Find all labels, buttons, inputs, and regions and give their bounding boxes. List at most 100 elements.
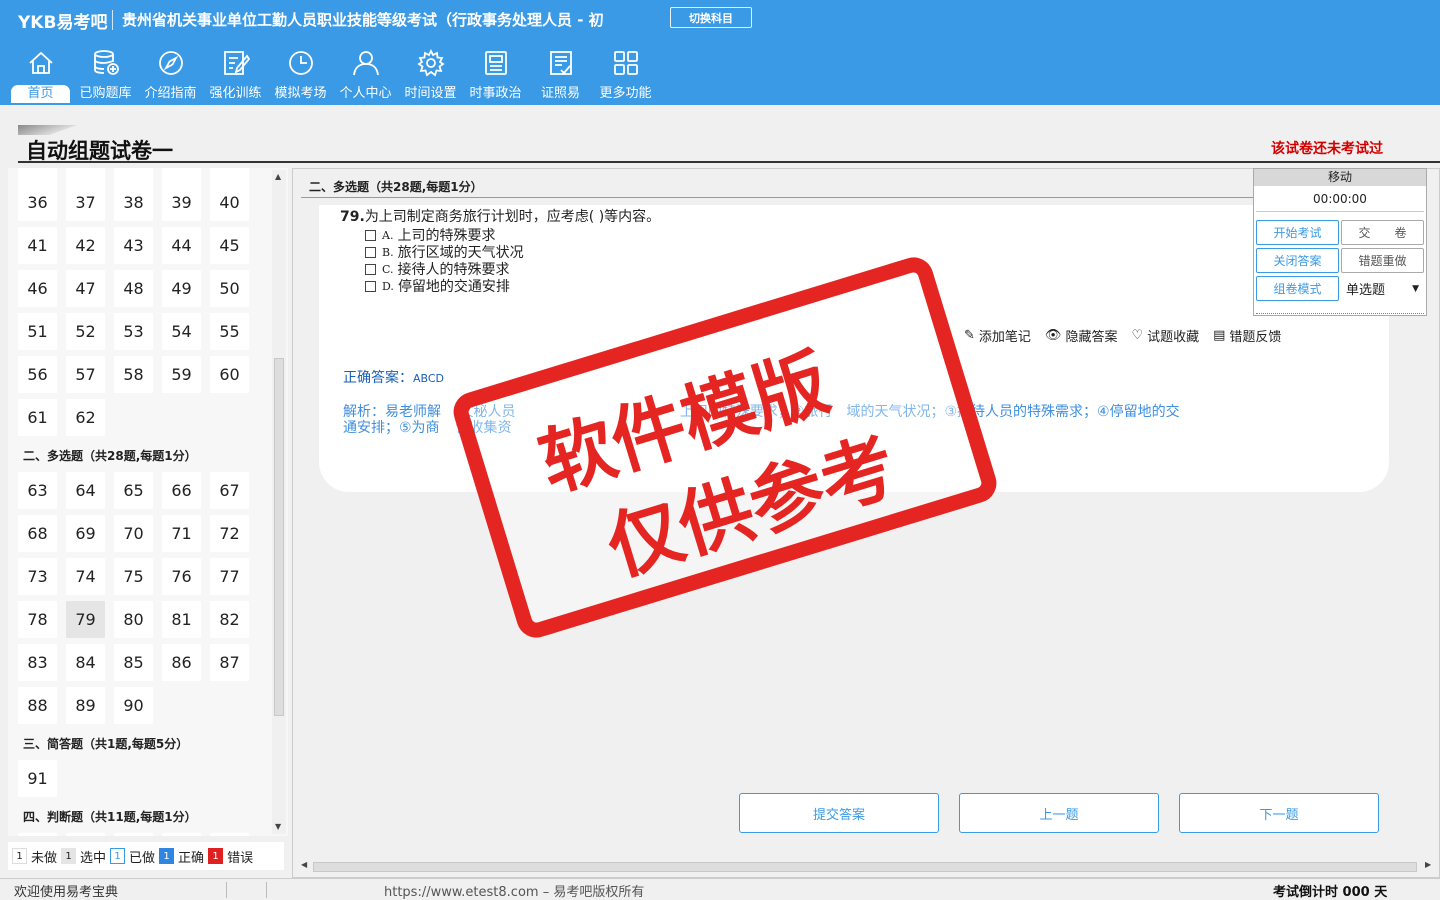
compose-mode-button[interactable]: 组卷模式 (1256, 276, 1339, 301)
question-cell-91[interactable]: 91 (18, 760, 57, 797)
question-cell-51[interactable]: 51 (18, 313, 57, 350)
nav-training[interactable]: 强化训练 (203, 44, 268, 104)
option-a-checkbox[interactable] (365, 229, 376, 241)
question-cell-73[interactable]: 73 (18, 558, 57, 595)
switch-subject-button[interactable]: 切换科目 (670, 7, 752, 28)
question-cell-92[interactable] (18, 833, 57, 836)
submit-answer-button[interactable]: 提交答案 (739, 793, 939, 833)
question-cell-90[interactable]: 90 (114, 687, 153, 724)
question-cell-42[interactable]: 42 (66, 227, 105, 264)
option-d-checkbox[interactable] (365, 280, 376, 292)
nav-time-settings[interactable]: 时间设置 (398, 44, 463, 104)
question-cell-94[interactable] (114, 833, 153, 836)
question-cell-40[interactable]: 40 (210, 184, 249, 221)
favorite-button[interactable]: ♡ 试题收藏 (1131, 326, 1199, 345)
nav-mock-exam[interactable]: 模拟考场 (268, 44, 333, 104)
question-cell-81[interactable]: 81 (162, 601, 201, 638)
nav-more[interactable]: 更多功能 (593, 44, 658, 104)
next-question-button[interactable]: 下一题 (1179, 793, 1379, 833)
question-cell-64[interactable]: 64 (66, 472, 105, 509)
question-cell-78[interactable]: 78 (18, 601, 57, 638)
question-cell-74[interactable]: 74 (66, 558, 105, 595)
question-cell-71[interactable]: 71 (162, 515, 201, 552)
question-cell-79[interactable]: 79 (66, 601, 105, 638)
scroll-right-icon[interactable]: ▶ (1425, 860, 1431, 869)
question-cell-45[interactable]: 45 (210, 227, 249, 264)
question-cell-68[interactable]: 68 (18, 515, 57, 552)
question-cell-72[interactable]: 72 (210, 515, 249, 552)
question-cell-83[interactable]: 83 (18, 644, 57, 681)
add-note-button[interactable]: ✎ 添加笔记 (964, 326, 1031, 345)
question-cell-46[interactable]: 46 (18, 270, 57, 307)
redo-wrong-button[interactable]: 错题重做 (1341, 248, 1424, 273)
question-cell-43[interactable]: 43 (114, 227, 153, 264)
question-cell-41[interactable]: 41 (18, 227, 57, 264)
scroll-up-icon[interactable]: ▲ (275, 172, 281, 181)
question-cell-61[interactable]: 61 (18, 399, 57, 436)
scroll-left-icon[interactable]: ◀ (301, 860, 307, 869)
question-cell-59[interactable]: 59 (162, 356, 201, 393)
nav-purchased-bank[interactable]: 已购题库 (73, 44, 138, 104)
nav-personal[interactable]: 个人中心 (333, 44, 398, 104)
question-cell-39[interactable]: 39 (162, 184, 201, 221)
question-cell-76[interactable]: 76 (162, 558, 201, 595)
close-answer-button[interactable]: 关闭答案 (1256, 248, 1339, 273)
option-d[interactable]: D. 停留地的交通安排 (365, 276, 510, 296)
question-cell-75[interactable]: 75 (114, 558, 153, 595)
question-cell-52[interactable]: 52 (66, 313, 105, 350)
gear-icon (416, 48, 445, 77)
feedback-button[interactable]: ▤ 错题反馈 (1213, 326, 1281, 345)
question-cell-67[interactable]: 67 (210, 472, 249, 509)
navigator-scrollbar[interactable]: ▲ ▼ (272, 170, 286, 834)
question-cell-47[interactable]: 47 (66, 270, 105, 307)
question-cell-80[interactable]: 80 (114, 601, 153, 638)
scroll-thumb[interactable] (274, 358, 284, 716)
scroll-down-icon[interactable]: ▼ (275, 822, 281, 831)
question-cell-62[interactable]: 62 (66, 399, 105, 436)
start-exam-button[interactable]: 开始考试 (1256, 220, 1339, 245)
option-c-checkbox[interactable] (365, 263, 376, 275)
question-cell-50[interactable]: 50 (210, 270, 249, 307)
question-type-select[interactable]: 单选题 ▼ (1341, 276, 1424, 301)
question-cell-87[interactable]: 87 (210, 644, 249, 681)
question-cell-63[interactable]: 63 (18, 472, 57, 509)
nav-home[interactable]: 首页 (8, 44, 73, 104)
question-cell-53[interactable]: 53 (114, 313, 153, 350)
question-cell-85[interactable]: 85 (114, 644, 153, 681)
question-cell-49[interactable]: 49 (162, 270, 201, 307)
question-cell-56[interactable]: 56 (18, 356, 57, 393)
question-cell-88[interactable]: 88 (18, 687, 57, 724)
question-cell-96[interactable] (210, 833, 249, 836)
move-handle[interactable]: 移动 (1254, 169, 1426, 186)
horizontal-scrollbar[interactable]: ◀ ▶ (299, 859, 1435, 875)
question-cell-77[interactable]: 77 (210, 558, 249, 595)
question-cell-89[interactable]: 89 (66, 687, 105, 724)
question-cell-60[interactable]: 60 (210, 356, 249, 393)
nav-current-affairs[interactable]: 时事政治 (463, 44, 528, 104)
question-cell-57[interactable]: 57 (66, 356, 105, 393)
question-cell-69[interactable]: 69 (66, 515, 105, 552)
question-cell-55[interactable]: 55 (210, 313, 249, 350)
horizontal-scroll-thumb[interactable] (313, 862, 1417, 872)
question-cell-58[interactable]: 58 (114, 356, 153, 393)
nav-certificates[interactable]: 证照易 (528, 44, 593, 104)
question-cell-84[interactable]: 84 (66, 644, 105, 681)
question-cell-48[interactable]: 48 (114, 270, 153, 307)
question-cell-93[interactable] (66, 833, 105, 836)
question-cell-65[interactable]: 65 (114, 472, 153, 509)
nav-guide[interactable]: 介绍指南 (138, 44, 203, 104)
hand-in-button[interactable]: 交 卷 (1341, 220, 1424, 245)
question-cell-95[interactable] (162, 833, 201, 836)
question-cell-66[interactable]: 66 (162, 472, 201, 509)
question-cell-36[interactable]: 36 (18, 184, 57, 221)
question-cell-44[interactable]: 44 (162, 227, 201, 264)
prev-question-button[interactable]: 上一题 (959, 793, 1159, 833)
question-cell-54[interactable]: 54 (162, 313, 201, 350)
question-cell-38[interactable]: 38 (114, 184, 153, 221)
hide-answer-button[interactable]: 👁 隐藏答案 (1045, 326, 1118, 345)
question-cell-70[interactable]: 70 (114, 515, 153, 552)
option-b-checkbox[interactable] (365, 246, 376, 258)
question-cell-37[interactable]: 37 (66, 184, 105, 221)
question-cell-82[interactable]: 82 (210, 601, 249, 638)
question-cell-86[interactable]: 86 (162, 644, 201, 681)
